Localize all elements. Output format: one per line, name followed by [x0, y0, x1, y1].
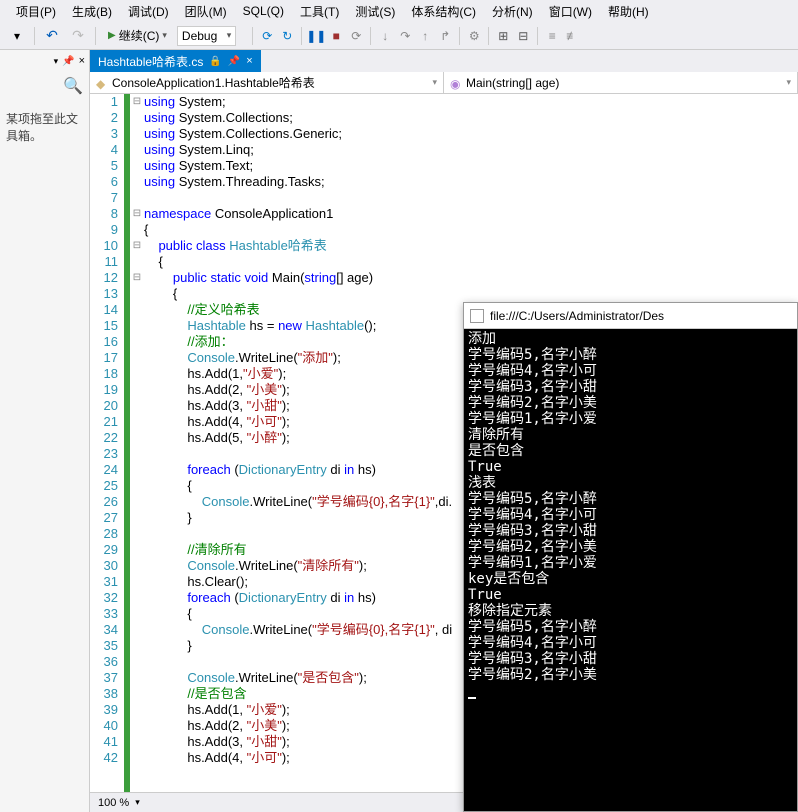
dropdown-icon: ▾	[135, 797, 140, 808]
step-over-button[interactable]: ↷	[397, 25, 413, 47]
separator	[34, 27, 35, 45]
menu-item[interactable]: 项目(P)	[8, 1, 64, 22]
menu-item[interactable]: 团队(M)	[177, 1, 235, 22]
close-tab-icon[interactable]: ×	[246, 55, 252, 67]
console-app-icon	[470, 309, 484, 323]
tool-button-3[interactable]: ⊟	[515, 25, 531, 47]
menu-item[interactable]: 生成(B)	[64, 1, 120, 22]
zoom-value: 100 %	[98, 797, 129, 809]
menu-bar: 项目(P)生成(B)调试(D)团队(M)SQL(Q)工具(T)测试(S)体系结构…	[0, 0, 798, 22]
uncomment-button[interactable]: ≢	[564, 25, 580, 47]
pause-button[interactable]: ❚❚	[308, 25, 324, 47]
pin-tab-icon[interactable]: 📌	[228, 56, 240, 67]
menu-item[interactable]: 测试(S)	[347, 1, 403, 22]
menu-item[interactable]: 工具(T)	[292, 1, 347, 22]
console-title-text: file:///C:/Users/Administrator/Des	[490, 309, 664, 323]
restart-button[interactable]: ⟳	[348, 25, 364, 47]
continue-label: 继续(C)	[119, 27, 160, 44]
dropdown-icon: ▾	[162, 30, 167, 41]
console-window[interactable]: file:///C:/Users/Administrator/Des 添加 学号…	[463, 302, 798, 812]
method-icon: ◉	[450, 77, 462, 89]
toolbox-search[interactable]: 🔍	[0, 72, 89, 100]
line-numbers: 1234567891011121314151617181920212223242…	[90, 94, 130, 792]
skip-button[interactable]: ↻	[279, 25, 295, 47]
cursor-button[interactable]: ↱	[437, 25, 453, 47]
new-item-button[interactable]: ▾	[6, 25, 28, 47]
continue-button[interactable]: ▶ 继续(C) ▾	[102, 25, 173, 47]
nav-class-select[interactable]: ◆ ConsoleApplication1.Hashtable哈希表	[90, 72, 444, 93]
separator	[252, 27, 253, 45]
menu-item[interactable]: 分析(N)	[484, 1, 541, 22]
code-nav-bar: ◆ ConsoleApplication1.Hashtable哈希表 ◉ Mai…	[90, 72, 798, 94]
menu-item[interactable]: 调试(D)	[120, 1, 177, 22]
nav-member-select[interactable]: ◉ Main(string[] age)	[444, 72, 798, 93]
tool-button-1[interactable]: ⚙	[466, 25, 482, 47]
redo-button[interactable]: ↷	[67, 25, 89, 47]
separator	[95, 27, 96, 45]
undo-button[interactable]: ↶	[41, 25, 63, 47]
nav-class-label: ConsoleApplication1.Hashtable哈希表	[112, 74, 315, 91]
fold-column[interactable]: ⊟⊟⊟⊟	[130, 94, 144, 792]
tab-title: Hashtable哈希表.cs	[98, 53, 203, 70]
config-value: Debug	[182, 29, 217, 43]
separator	[488, 27, 489, 45]
menu-item[interactable]: 体系结构(C)	[403, 1, 484, 22]
toolbox-panel: ▾ 📌 × 🔍 某项拖至此文 具箱。	[0, 50, 90, 812]
main-toolbar: ▾ ↶ ↷ ▶ 继续(C) ▾ Debug ⟳ ↻ ❚❚ ■ ⟳ ↓ ↷ ↑ ↱…	[0, 22, 798, 50]
step-button[interactable]: ⟳	[259, 25, 275, 47]
console-output: 添加 学号编码5,名字小醉 学号编码4,名字小可 学号编码3,名字小甜 学号编码…	[464, 329, 797, 701]
play-icon: ▶	[108, 30, 116, 41]
file-tab[interactable]: Hashtable哈希表.cs 🔒 📌 ×	[90, 50, 261, 72]
tool-button-2[interactable]: ⊞	[495, 25, 511, 47]
toolbox-hint: 某项拖至此文 具箱。	[0, 100, 89, 154]
step-into-button[interactable]: ↓	[377, 25, 393, 47]
toolbox-header: ▾ 📌 ×	[0, 50, 89, 72]
dropdown-icon[interactable]: ▾	[54, 56, 59, 67]
separator	[301, 27, 302, 45]
step-out-button[interactable]: ↑	[417, 25, 433, 47]
nav-member-label: Main(string[] age)	[466, 76, 559, 90]
close-icon[interactable]: ×	[79, 55, 85, 67]
config-select[interactable]: Debug	[177, 26, 236, 46]
comment-button[interactable]: ≡	[544, 25, 560, 47]
tab-strip: Hashtable哈希表.cs 🔒 📌 ×	[90, 50, 798, 72]
menu-item[interactable]: SQL(Q)	[235, 2, 292, 20]
pin-icon[interactable]: 📌	[62, 56, 74, 67]
console-titlebar[interactable]: file:///C:/Users/Administrator/Des	[464, 303, 797, 329]
menu-item[interactable]: 帮助(H)	[600, 1, 657, 22]
class-icon: ◆	[96, 77, 108, 89]
lock-icon: 🔒	[209, 56, 221, 67]
menu-item[interactable]: 窗口(W)	[541, 1, 600, 22]
search-icon: 🔍	[63, 78, 83, 95]
separator	[537, 27, 538, 45]
separator	[459, 27, 460, 45]
stop-button[interactable]: ■	[328, 25, 344, 47]
separator	[370, 27, 371, 45]
